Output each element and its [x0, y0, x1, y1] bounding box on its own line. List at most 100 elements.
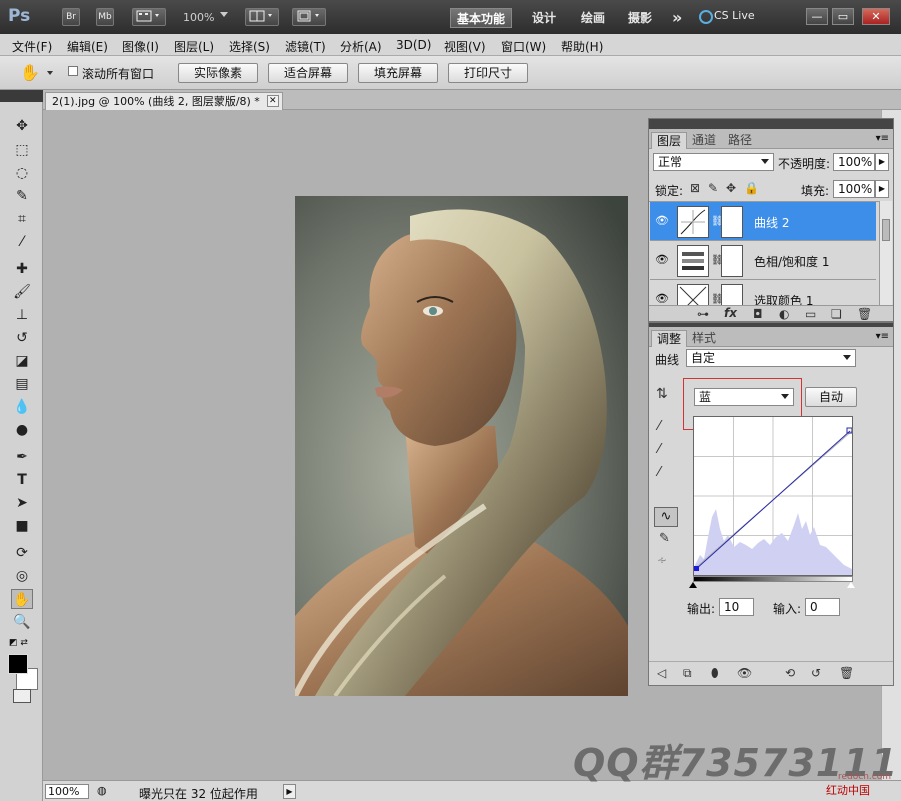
visibility-eye-icon[interactable]: 👁	[655, 214, 669, 227]
shape-tool-icon[interactable]: ■	[11, 516, 33, 536]
mini-bridge-button[interactable]: Mb	[96, 8, 114, 26]
menu-image[interactable]: 图像(I)	[122, 38, 159, 55]
on-image-adjust-icon[interactable]: ⇅	[656, 386, 668, 402]
workspace-design[interactable]: 设计	[526, 8, 562, 28]
new-adjustment-layer-icon[interactable]: ◐	[779, 307, 789, 321]
eyedropper-tool-icon[interactable]: ⁄	[11, 232, 33, 252]
curves-preset-select[interactable]: 自定	[686, 349, 856, 367]
cs-live-menu[interactable]: CS Live	[714, 9, 755, 22]
panel-menu-icon[interactable]: ▾≡	[876, 331, 889, 342]
fx-icon[interactable]: fx	[724, 306, 737, 320]
visibility-eye-icon[interactable]: 👁	[737, 666, 752, 680]
quick-mask-icon[interactable]	[13, 689, 31, 703]
delete-layer-icon[interactable]: 🗑	[857, 307, 872, 321]
blend-mode-select[interactable]: 正常	[653, 153, 774, 171]
status-menu-arrow-icon[interactable]: ▶	[283, 784, 296, 799]
fill-slider-button[interactable]: ▶	[875, 180, 889, 198]
white-point-slider-icon[interactable]	[847, 582, 855, 588]
view-extras-button[interactable]	[132, 8, 166, 26]
tab-paths[interactable]: 路径	[723, 132, 757, 149]
curve-point-mode-icon[interactable]: ∿	[654, 507, 678, 527]
hand-tool-preset-icon[interactable]: ✋	[20, 63, 40, 82]
workspace-painting[interactable]: 绘画	[575, 8, 611, 28]
workspace-essentials[interactable]: 基本功能	[450, 8, 513, 28]
pencil-draw-curve-icon[interactable]: ✎	[659, 531, 670, 546]
panel-menu-icon[interactable]: ▾≡	[876, 133, 889, 144]
curves-graph[interactable]	[693, 416, 853, 576]
output-field[interactable]: 10	[719, 598, 754, 616]
history-brush-tool-icon[interactable]: ↺	[11, 328, 33, 348]
path-selection-tool-icon[interactable]: ➤	[11, 493, 33, 513]
black-point-slider-icon[interactable]	[689, 582, 697, 588]
smooth-curve-icon[interactable]: ∻	[657, 553, 667, 567]
tab-adjustments[interactable]: 调整	[651, 330, 688, 347]
layer-name[interactable]: 曲线 2	[754, 214, 789, 231]
blur-tool-icon[interactable]: 💧	[11, 397, 33, 417]
lock-all-icon[interactable]: 🔒	[744, 181, 759, 195]
lock-position-icon[interactable]: ✥	[726, 181, 736, 195]
foreground-color-swatch[interactable]	[8, 654, 28, 674]
scroll-all-windows-checkbox[interactable]	[68, 66, 78, 76]
expanded-view-icon[interactable]: ⧉	[683, 666, 692, 681]
workspace-photography[interactable]: 摄影	[622, 8, 658, 28]
maximize-button[interactable]: ▭	[832, 8, 854, 25]
3d-orbit-tool-icon[interactable]: ◎	[11, 566, 33, 586]
menu-help[interactable]: 帮助(H)	[561, 38, 603, 55]
layer-mask-thumbnail[interactable]	[721, 245, 743, 277]
status-info-icon[interactable]: ◍	[97, 784, 107, 797]
preset-dropdown-icon[interactable]	[47, 71, 53, 75]
lock-transparency-icon[interactable]: ⊠	[690, 181, 700, 195]
white-point-eyedropper-icon[interactable]: ⁄	[658, 465, 660, 480]
print-size-button[interactable]: 打印尺寸	[448, 63, 528, 83]
visibility-eye-icon[interactable]: 👁	[655, 253, 669, 266]
hand-tool-icon[interactable]: ✋	[11, 589, 33, 609]
lock-pixels-icon[interactable]: ✎	[708, 181, 718, 195]
link-layers-icon[interactable]: ⊶	[697, 307, 709, 321]
black-point-eyedropper-icon[interactable]: ⁄	[658, 419, 660, 434]
dodge-tool-icon[interactable]: ●	[11, 420, 33, 440]
visibility-eye-icon[interactable]: 👁	[655, 292, 669, 305]
eraser-tool-icon[interactable]: ◪	[11, 351, 33, 371]
zoom-level[interactable]: 100%	[183, 11, 214, 24]
tab-styles[interactable]: 样式	[687, 330, 721, 347]
input-field[interactable]: 0	[805, 598, 840, 616]
reset-icon[interactable]: ↺	[811, 666, 821, 680]
document-image[interactable]	[295, 196, 628, 696]
tab-channels[interactable]: 通道	[687, 132, 721, 149]
fill-field[interactable]: 100%	[833, 180, 875, 198]
layer-mask-thumbnail[interactable]	[721, 284, 743, 305]
delete-adjustment-icon[interactable]: 🗑	[839, 666, 854, 680]
quick-selection-tool-icon[interactable]: ✎	[11, 186, 33, 206]
layers-scrollbar[interactable]	[879, 201, 892, 305]
gray-point-eyedropper-icon[interactable]: ⁄	[658, 442, 660, 457]
close-button[interactable]: ✕	[862, 8, 890, 25]
menu-3d[interactable]: 3D(D)	[396, 38, 431, 52]
default-colors-icon[interactable]: ◩ ⇄	[9, 638, 28, 648]
back-arrow-icon[interactable]: ◁	[657, 666, 666, 680]
menu-view[interactable]: 视图(V)	[444, 38, 486, 55]
fit-screen-button[interactable]: 适合屏幕	[268, 63, 348, 83]
type-tool-icon[interactable]: T	[11, 470, 33, 490]
layer-row-selective-color-1[interactable]: 👁 ⛓ 选取颜色 1	[650, 280, 876, 305]
zoom-tool-icon[interactable]: 🔍	[11, 612, 33, 632]
opacity-field[interactable]: 100%	[833, 153, 875, 171]
clip-to-layer-icon[interactable]: ⬮	[711, 666, 719, 681]
pen-tool-icon[interactable]: ✒	[11, 447, 33, 467]
add-mask-icon[interactable]: ◘	[753, 307, 763, 321]
more-workspaces-button[interactable]: »	[666, 8, 688, 28]
close-document-icon[interactable]: ✕	[266, 95, 279, 107]
layers-panel-header[interactable]	[649, 119, 893, 129]
screen-mode-button[interactable]	[292, 8, 326, 26]
menu-window[interactable]: 窗口(W)	[501, 38, 546, 55]
actual-pixels-button[interactable]: 实际像素	[178, 63, 258, 83]
3d-rotate-tool-icon[interactable]: ⟳	[11, 543, 33, 563]
opacity-slider-button[interactable]: ▶	[875, 153, 889, 171]
zoom-dropdown-icon[interactable]	[220, 12, 228, 17]
layers-scroll-thumb[interactable]	[882, 219, 890, 241]
new-group-icon[interactable]: ▭	[805, 307, 816, 321]
auto-button[interactable]: 自动	[805, 387, 857, 407]
menu-filter[interactable]: 滤镜(T)	[285, 38, 326, 55]
menu-layer[interactable]: 图层(L)	[174, 38, 214, 55]
tab-layers[interactable]: 图层	[651, 132, 688, 149]
view-previous-state-icon[interactable]: ⟲	[785, 666, 795, 680]
